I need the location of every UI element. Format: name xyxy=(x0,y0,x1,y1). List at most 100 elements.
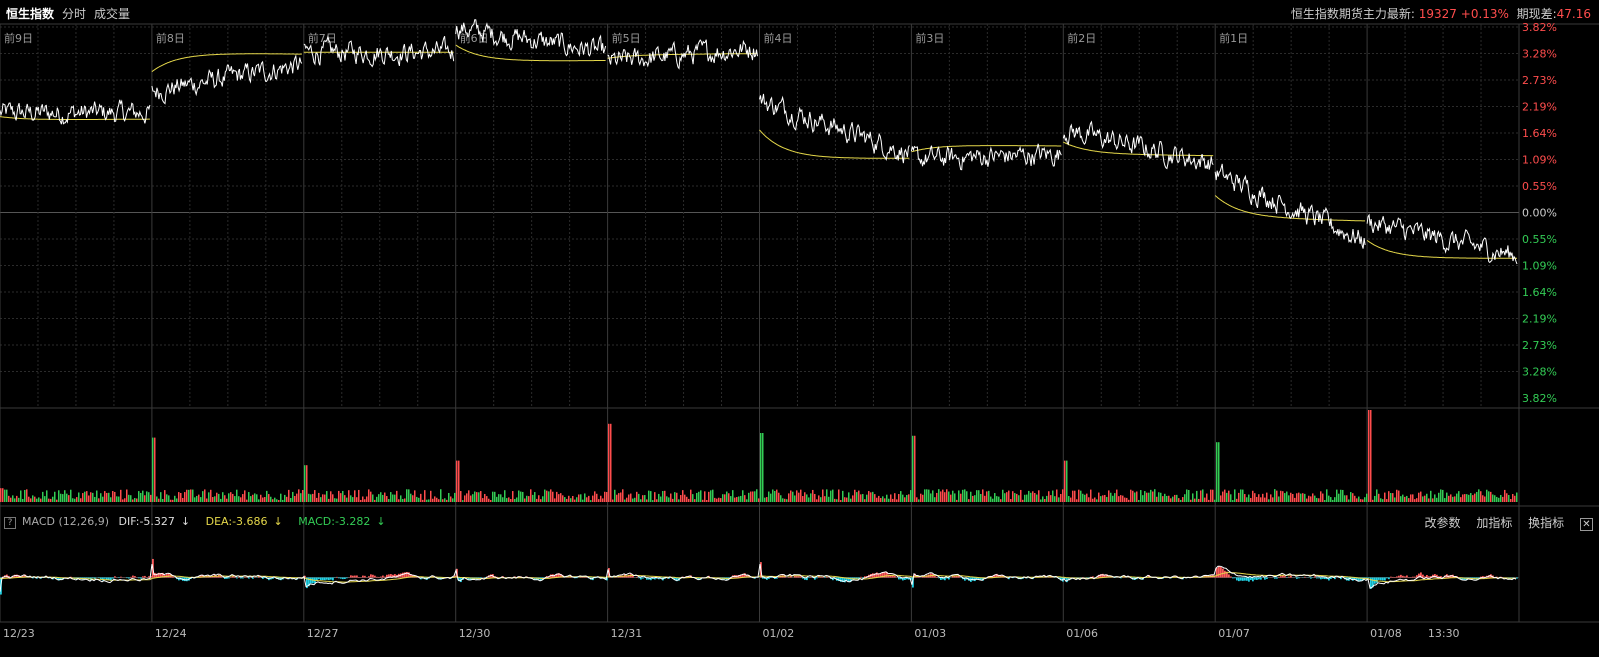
volume-bar xyxy=(110,497,112,502)
volume-bar xyxy=(1142,495,1144,502)
volume-bar xyxy=(962,489,964,502)
macd-bar xyxy=(796,576,798,578)
volume-bar xyxy=(1132,490,1134,502)
volume-bar xyxy=(1008,490,1010,502)
volume-bar xyxy=(56,499,58,502)
volume-bar xyxy=(280,493,282,502)
volume-bar xyxy=(630,493,632,502)
volume-bar xyxy=(842,490,844,502)
volume-bar xyxy=(180,493,182,502)
volume-bar xyxy=(460,491,462,502)
macd-bar xyxy=(1516,577,1518,579)
volume-bar xyxy=(758,498,760,502)
volume-bar xyxy=(1072,490,1074,502)
macd-bar xyxy=(324,577,326,581)
volume-bar xyxy=(598,499,600,502)
volume-bar xyxy=(992,498,994,502)
macd-bar xyxy=(1234,577,1236,579)
volume-bar xyxy=(486,496,488,502)
volume-bar xyxy=(714,497,716,502)
volume-bar xyxy=(830,490,832,502)
volume-bar xyxy=(1398,490,1400,502)
volume-bar xyxy=(276,499,278,502)
volume-bar xyxy=(718,497,720,502)
add-indicator-button[interactable]: 加指标 xyxy=(1476,516,1512,530)
macd-bar xyxy=(402,572,404,578)
volume-bar xyxy=(1380,498,1382,502)
volume-bar xyxy=(1124,497,1126,502)
volume-bar xyxy=(346,497,348,502)
volume-bar xyxy=(676,492,678,502)
volume-bar xyxy=(1010,499,1012,502)
volume-bar xyxy=(156,496,158,502)
volume-bar xyxy=(1090,489,1092,502)
volume-bar xyxy=(186,489,188,502)
pct-tick-label: 0.55% xyxy=(1522,233,1557,246)
date-label: 01/06 xyxy=(1066,627,1098,640)
volume-bar xyxy=(728,493,730,502)
volume-bar xyxy=(1422,496,1424,502)
macd-bar xyxy=(236,577,238,579)
macd-bar xyxy=(242,577,244,579)
volume-bar xyxy=(34,496,36,502)
volume-bar xyxy=(1204,497,1206,502)
volume-bar xyxy=(1114,493,1116,502)
pct-tick-label: 3.82% xyxy=(1522,392,1557,405)
volume-bar xyxy=(814,493,816,502)
volume-bar xyxy=(158,498,160,502)
volume-bar xyxy=(942,489,944,502)
volume-bar xyxy=(614,489,616,502)
volume-bar xyxy=(1116,489,1118,502)
volume-bar xyxy=(822,489,824,502)
close-icon[interactable]: ✕ xyxy=(1580,518,1593,531)
down-arrow-icon: ↓ xyxy=(180,515,191,528)
volume-bar xyxy=(784,498,786,502)
volume-bar xyxy=(1474,493,1476,502)
macd-bar xyxy=(168,573,170,578)
volume-bar xyxy=(214,496,216,502)
volume-bar xyxy=(622,489,624,502)
volume-bar xyxy=(730,496,732,502)
volume-bar xyxy=(1352,493,1354,502)
volume-bar xyxy=(1148,492,1150,502)
volume-bar xyxy=(572,495,574,502)
volume-bar xyxy=(1248,494,1250,502)
volume-bar xyxy=(916,497,918,502)
volume-bar xyxy=(1056,489,1058,502)
volume-bar xyxy=(144,495,146,502)
volume-bar xyxy=(834,498,836,502)
macd-bar xyxy=(1310,577,1312,579)
volume-bar xyxy=(506,498,508,502)
volume-bar xyxy=(966,491,968,502)
volume-bar xyxy=(1336,489,1338,502)
volume-bar xyxy=(544,489,546,502)
volume-bar xyxy=(18,497,20,502)
volume-bar xyxy=(592,495,594,502)
volume-bar xyxy=(1286,491,1288,502)
volume-bar xyxy=(580,494,582,502)
volume-bar xyxy=(806,494,808,502)
macd-bar xyxy=(344,577,346,579)
day-label: 前9日 xyxy=(4,31,33,45)
volume-bar xyxy=(126,489,128,502)
volume-bar xyxy=(604,491,606,502)
volume-bar xyxy=(1218,442,1220,502)
volume-bar xyxy=(1210,489,1212,502)
volume-bar xyxy=(1126,497,1128,502)
volume-bar xyxy=(960,493,962,502)
volume-bar xyxy=(1150,489,1152,502)
switch-indicator-button[interactable]: 换指标 xyxy=(1528,516,1564,530)
volume-bar xyxy=(208,492,210,502)
help-icon[interactable]: ? xyxy=(4,517,16,529)
volume-bar xyxy=(1030,492,1032,502)
volume-bar xyxy=(1500,494,1502,502)
volume-bar xyxy=(670,493,672,502)
macd-bar xyxy=(128,577,130,579)
volume-bar xyxy=(412,495,414,502)
volume-bar xyxy=(338,490,340,502)
volume-bar xyxy=(320,497,322,502)
volume-bar xyxy=(710,490,712,502)
change-params-button[interactable]: 改参数 xyxy=(1424,516,1460,530)
macd-bar xyxy=(104,577,106,579)
price-chart[interactable]: 3.82% 3.28% 2.73% 2.19% 1.64% 1.09% 0.55% 0.00%… xyxy=(0,0,1599,657)
